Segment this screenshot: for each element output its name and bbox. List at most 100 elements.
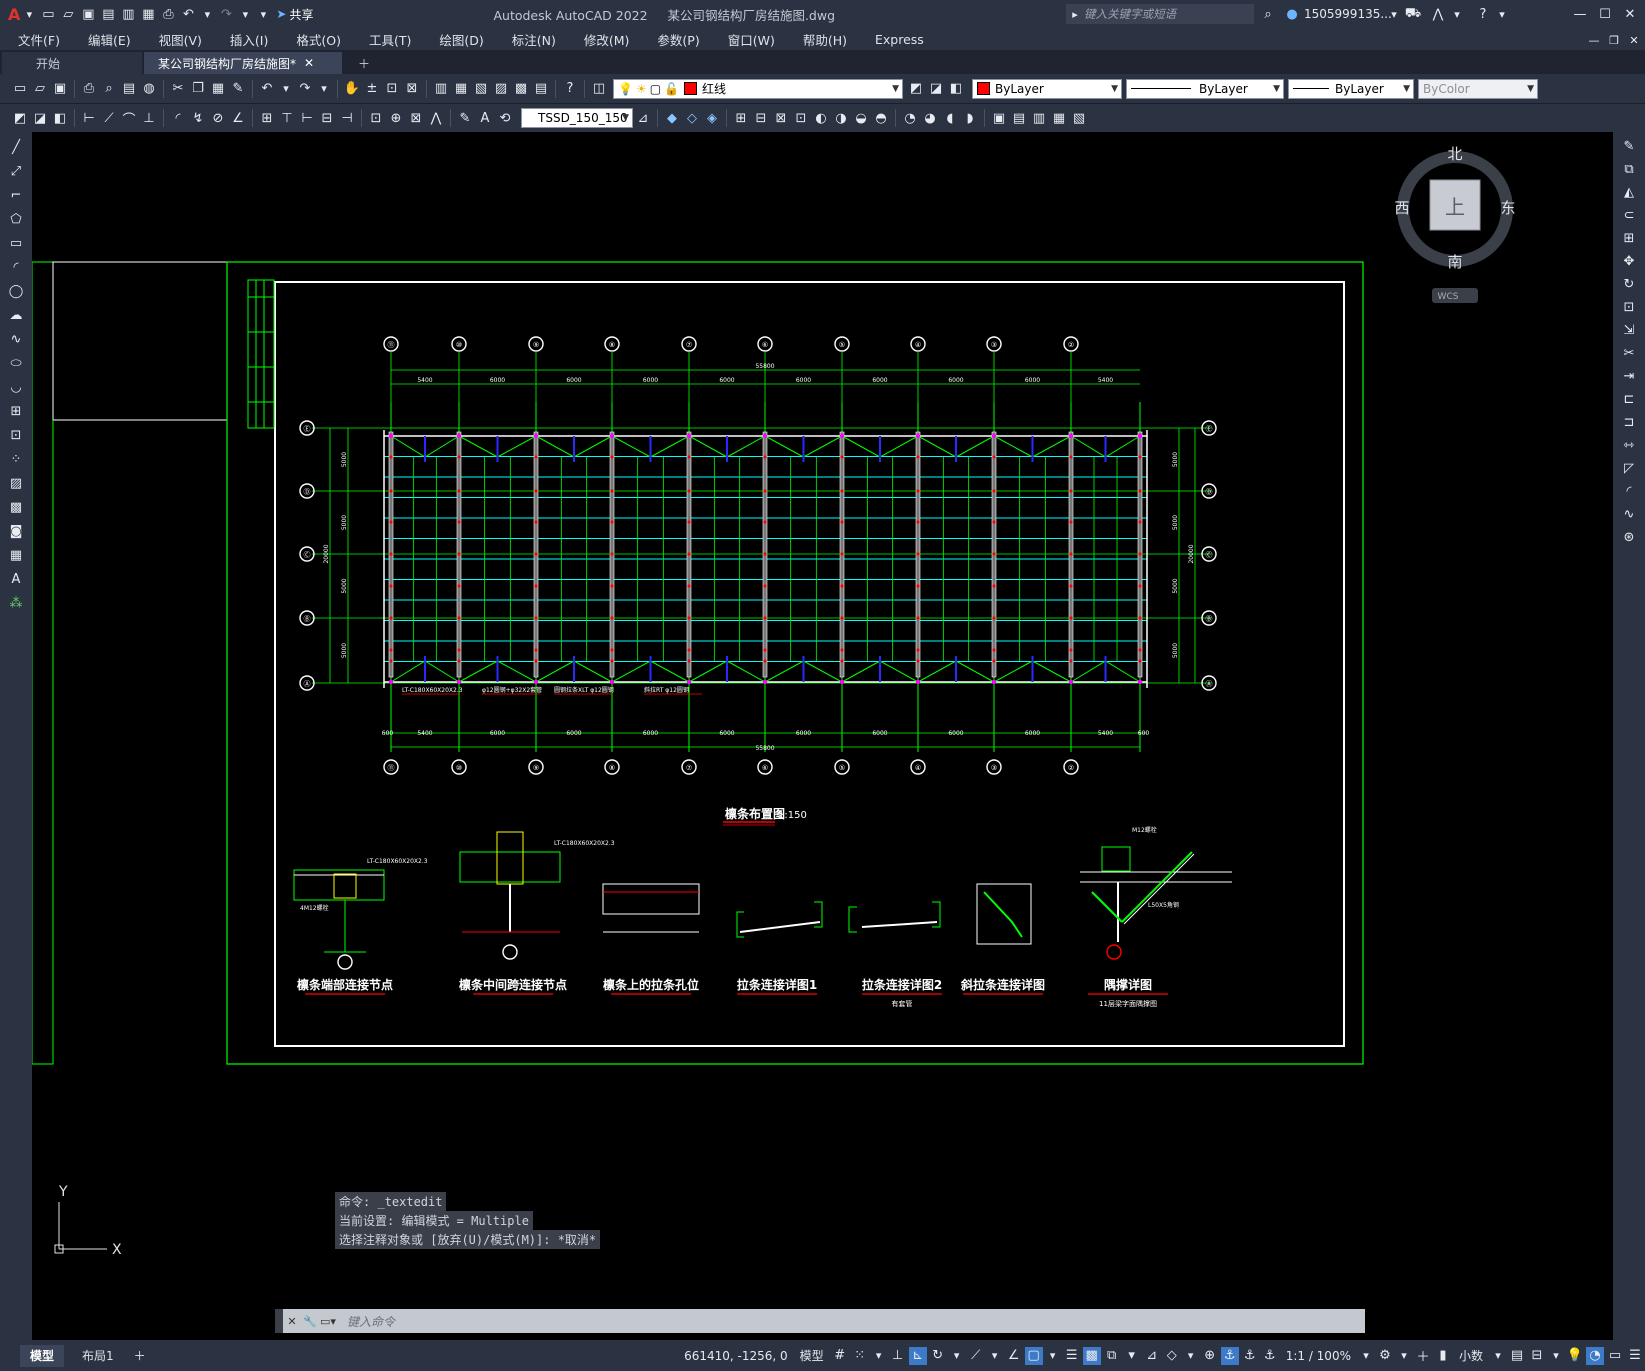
- menu-tools[interactable]: 工具(T): [355, 30, 425, 49]
- scale-icon[interactable]: ⊡: [1620, 298, 1638, 316]
- osnap-icon[interactable]: ▢: [1024, 1346, 1043, 1365]
- tool-icon-11[interactable]: ◖: [941, 109, 959, 127]
- help-dropdown-icon[interactable]: ▾: [1494, 5, 1510, 23]
- menu-parametric[interactable]: 参数(P): [643, 30, 713, 49]
- layer-current-icon[interactable]: ◩: [907, 80, 925, 98]
- ellipse-arc-icon[interactable]: ◡: [7, 378, 25, 396]
- menu-draw[interactable]: 绘图(D): [425, 30, 497, 49]
- drawing-svg[interactable]: ⑪ ⑪ ⑩ ⑩ ⑨ ⑨ ⑧ ⑧ ⑦ ⑦ ⑥ ⑥ ⑤ ⑤ ④ ④ ③ ③ ② ② Ⓔ Ⓔ Ⓓ Ⓓ Ⓒ Ⓒ Ⓑ Ⓑ Ⓐ Ⓐ 55800 5400 6…: [32, 132, 1613, 1340]
- center-mark-icon[interactable]: ⊕: [387, 109, 405, 127]
- auto-scale-icon[interactable]: ⚓: [1241, 1347, 1259, 1365]
- blend-icon[interactable]: ∿: [1620, 505, 1638, 523]
- dimstyle-icon[interactable]: ⊿: [634, 109, 652, 127]
- command-customize-icon[interactable]: 🔧: [302, 1312, 318, 1330]
- zoom-window-icon[interactable]: ⊡: [383, 80, 401, 98]
- cut-icon[interactable]: ✂: [169, 80, 187, 98]
- tab-close-icon[interactable]: ✕: [304, 56, 314, 70]
- annotation-scale-icon[interactable]: ⚓: [1261, 1347, 1279, 1365]
- jogged-linear-icon[interactable]: ⋀: [427, 109, 445, 127]
- tool-icon-6[interactable]: ◑: [832, 109, 850, 127]
- sheet-set-icon[interactable]: ▨: [492, 80, 510, 98]
- undo-icon[interactable]: ↶: [179, 5, 197, 23]
- add-selected-icon[interactable]: ⁂: [7, 594, 25, 612]
- construction-line-icon[interactable]: ⤢: [7, 162, 25, 180]
- zoom-realtime-icon[interactable]: ±: [363, 80, 381, 98]
- 3d-osnap-icon[interactable]: ▾: [1123, 1347, 1141, 1365]
- new-tab-button[interactable]: ＋: [344, 52, 384, 74]
- tab-drawing[interactable]: 某公司钢结构厂房结施图* ✕: [144, 52, 342, 74]
- tool-icon-7[interactable]: ◒: [852, 109, 870, 127]
- array-icon[interactable]: ⊞: [1620, 229, 1638, 247]
- redo-tb-icon[interactable]: ↷: [296, 80, 314, 98]
- annotation-monitor-icon[interactable]: ＋: [1414, 1347, 1432, 1365]
- selection-filter-icon[interactable]: ◇: [1163, 1347, 1181, 1365]
- dimstyle-combo[interactable]: TSSD_150_150 ▼: [521, 108, 633, 128]
- paste-icon[interactable]: ▦: [209, 80, 227, 98]
- close-icon[interactable]: ✕: [1621, 5, 1639, 23]
- mirror-icon[interactable]: ◭: [1620, 183, 1638, 201]
- dim-jogged-icon[interactable]: ↯: [189, 109, 207, 127]
- menu-dimension[interactable]: 标注(N): [498, 30, 570, 49]
- tool-icon-15[interactable]: ▥: [1030, 109, 1048, 127]
- search-input[interactable]: 键入关键字或短语: [1084, 6, 1176, 22]
- command-input[interactable]: 键入命令: [347, 1313, 395, 1330]
- open-web-icon[interactable]: ▥: [119, 5, 137, 23]
- plot-tb-icon[interactable]: ⎙: [80, 80, 98, 98]
- app-menu-dropdown-icon[interactable]: ▾: [21, 5, 37, 23]
- dim-arc-icon[interactable]: ⌒: [120, 109, 138, 128]
- layer-props-icon[interactable]: ◫: [590, 80, 608, 98]
- revcloud-icon[interactable]: ☁: [7, 306, 25, 324]
- polygon-icon[interactable]: ⬠: [7, 210, 25, 228]
- pan-icon[interactable]: ✋: [343, 80, 361, 98]
- view-3d-icon-1[interactable]: ◆: [663, 109, 681, 127]
- design-center-icon[interactable]: ▦: [452, 80, 470, 98]
- dim-diameter-icon[interactable]: ⊘: [209, 109, 227, 127]
- units-value[interactable]: 小数: [1459, 1347, 1483, 1364]
- menu-insert[interactable]: 插入(I): [216, 30, 282, 49]
- isolate-objects-icon[interactable]: 💡: [1566, 1347, 1584, 1365]
- dynamic-ucs-icon[interactable]: ⊿: [1143, 1347, 1161, 1365]
- osnap-dropdown-icon[interactable]: ▾: [1045, 1347, 1061, 1365]
- workspace-icon[interactable]: ⚙: [1376, 1347, 1394, 1365]
- rectangle-icon[interactable]: ▭: [7, 234, 25, 252]
- snap-icon[interactable]: ⁙: [851, 1347, 869, 1365]
- view-3d-icon-2[interactable]: ◇: [683, 109, 701, 127]
- viewcube-east[interactable]: 东: [1500, 199, 1515, 217]
- new-file-icon[interactable]: ▭: [39, 5, 57, 23]
- grid-icon[interactable]: #: [831, 1347, 849, 1365]
- autodesk-app-icon[interactable]: ⋀: [1429, 5, 1447, 23]
- user-icon[interactable]: ●: [1283, 5, 1301, 23]
- clean-screen-icon[interactable]: ▭: [1606, 1347, 1624, 1365]
- gizmo-icon[interactable]: ⊕: [1201, 1347, 1219, 1365]
- tool-icon-16[interactable]: ▦: [1050, 109, 1068, 127]
- break-icon[interactable]: ⊐: [1620, 413, 1638, 431]
- user-dropdown-icon[interactable]: ▾: [1386, 5, 1402, 23]
- gradient-icon[interactable]: ▩: [7, 498, 25, 516]
- add-layout-button[interactable]: ＋: [124, 1345, 156, 1367]
- copy-icon[interactable]: ❐: [189, 80, 207, 98]
- units-icon[interactable]: ▮: [1434, 1347, 1452, 1365]
- ws-icon-1[interactable]: ◩: [11, 109, 29, 127]
- undo-dropdown-icon[interactable]: ▾: [199, 5, 215, 23]
- app-logo-icon[interactable]: A: [8, 5, 20, 24]
- viewcube[interactable]: 上 北 南 西 东 WCS: [1394, 145, 1516, 303]
- color-combo[interactable]: ByLayer ▼: [972, 78, 1122, 99]
- drawing-canvas[interactable]: ⑪ ⑪ ⑩ ⑩ ⑨ ⑨ ⑧ ⑧ ⑦ ⑦ ⑥ ⑥ ⑤ ⑤ ④ ④ ③ ③ ② ② Ⓔ Ⓔ Ⓓ Ⓓ Ⓒ Ⓒ Ⓑ Ⓑ Ⓐ Ⓐ 55800 5400 6…: [32, 132, 1613, 1340]
- dim-space-icon[interactable]: ⊟: [318, 109, 336, 127]
- break-at-point-icon[interactable]: ⊏: [1620, 390, 1638, 408]
- trim-icon[interactable]: ✂: [1620, 344, 1638, 362]
- polyline-icon[interactable]: ⌐: [7, 186, 25, 204]
- erase-icon[interactable]: ✎: [1620, 137, 1638, 155]
- match-prop-icon[interactable]: ✎: [229, 80, 247, 98]
- join-icon[interactable]: ⇿: [1620, 436, 1638, 454]
- ortho-icon[interactable]: ⊾: [908, 1346, 927, 1365]
- hatch-icon[interactable]: ▨: [7, 474, 25, 492]
- plot-icon[interactable]: ⎙: [159, 5, 177, 23]
- annoscale-dropdown-icon[interactable]: ▾: [1358, 1347, 1374, 1365]
- view-3d-icon-3[interactable]: ◈: [703, 109, 721, 127]
- dimtedit-icon[interactable]: A: [476, 109, 494, 127]
- osnap-tracking-icon[interactable]: ⟋: [967, 1347, 985, 1365]
- qdim-icon[interactable]: ⊞: [258, 109, 276, 127]
- polar-dropdown-icon[interactable]: ▾: [949, 1347, 965, 1365]
- undo-tb-icon[interactable]: ↶: [258, 80, 276, 98]
